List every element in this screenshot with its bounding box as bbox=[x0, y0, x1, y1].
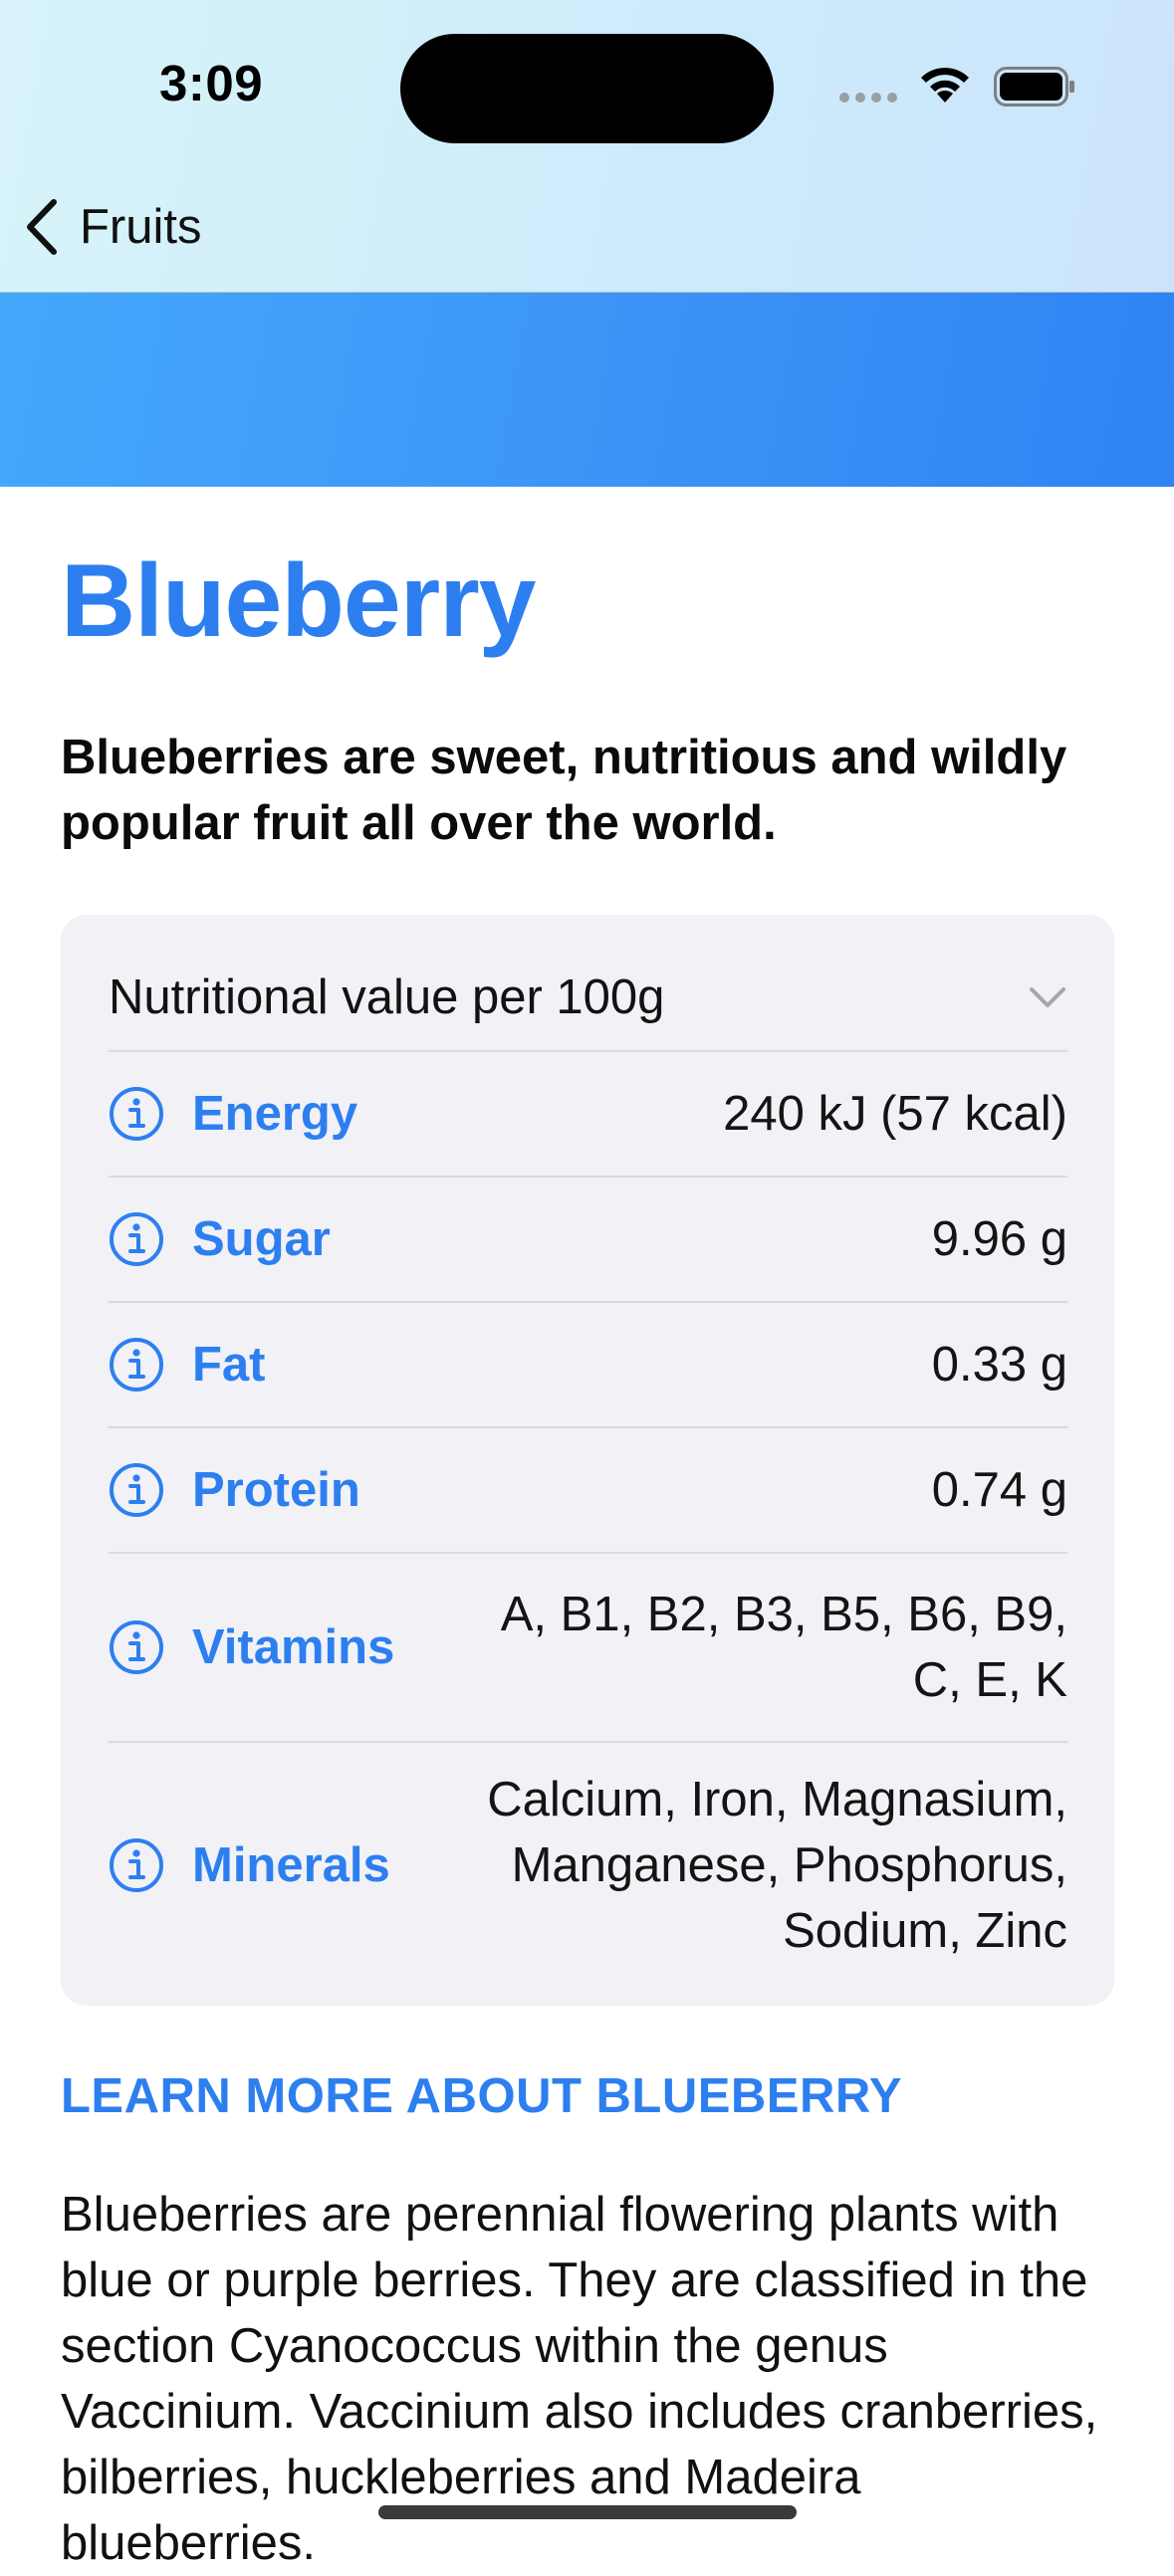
info-icon[interactable] bbox=[109, 1086, 164, 1142]
info-icon[interactable] bbox=[109, 1462, 164, 1518]
chevron-left-icon bbox=[27, 199, 57, 255]
page-title: Blueberry bbox=[61, 543, 537, 659]
nutrition-value: 0.33 g bbox=[931, 1338, 1067, 1392]
nutrition-label: Minerals bbox=[192, 1838, 390, 1892]
nutrition-label: Protein bbox=[192, 1463, 360, 1517]
chevron-down-icon bbox=[1030, 987, 1065, 1007]
nutrition-value: A, B1, B2, B3, B5, B6, B9, C, E, K bbox=[500, 1588, 1067, 1707]
hero-banner bbox=[0, 293, 1174, 487]
info-icon[interactable] bbox=[109, 1619, 164, 1675]
nutrition-value: 240 kJ (57 kcal) bbox=[723, 1087, 1067, 1141]
battery-icon bbox=[994, 67, 1074, 107]
wifi-icon bbox=[921, 68, 969, 103]
nutrition-label: Sugar bbox=[192, 1212, 331, 1266]
nutrition-value: 0.74 g bbox=[931, 1463, 1067, 1517]
nutrition-value: 9.96 g bbox=[931, 1212, 1067, 1266]
nutrition-header-label: Nutritional value per 100g bbox=[109, 970, 665, 1024]
nutrition-label: Fat bbox=[192, 1338, 266, 1392]
navigation-bar: 3:09 Fruits bbox=[0, 0, 1174, 293]
nutrition-row-fat: Fat 0.33 g bbox=[109, 1303, 1067, 1428]
nutrition-row-energy: Energy 240 kJ (57 kcal) bbox=[109, 1052, 1067, 1178]
fruit-headline: Blueberries are sweet, nutritious and wi… bbox=[61, 731, 1067, 850]
learn-more-heading[interactable]: LEARN MORE ABOUT BLUEBERRY bbox=[61, 2068, 902, 2124]
nutrition-label: Vitamins bbox=[192, 1620, 395, 1674]
back-button[interactable]: Fruits bbox=[22, 195, 202, 259]
nutrition-row-vitamins: Vitamins A, B1, B2, B3, B5, B6, B9, C, E… bbox=[109, 1554, 1067, 1743]
home-indicator[interactable] bbox=[378, 2505, 797, 2519]
info-icon[interactable] bbox=[109, 1337, 164, 1393]
nutrition-row-protein: Protein 0.74 g bbox=[109, 1428, 1067, 1554]
dynamic-island bbox=[400, 34, 774, 143]
cellular-signal-icon bbox=[839, 93, 897, 103]
nutrition-card: Nutritional value per 100g Energy 240 kJ… bbox=[61, 915, 1114, 2006]
nutrition-value: Calcium, Iron, Magnasium, Manganese, Pho… bbox=[487, 1773, 1067, 1958]
nutrition-row-sugar: Sugar 9.96 g bbox=[109, 1178, 1067, 1303]
info-icon[interactable] bbox=[109, 1837, 164, 1893]
status-time: 3:09 bbox=[159, 55, 264, 111]
back-label: Fruits bbox=[80, 199, 202, 254]
info-icon[interactable] bbox=[109, 1211, 164, 1267]
nutrition-disclosure-header[interactable]: Nutritional value per 100g bbox=[109, 915, 1067, 1052]
nutrition-label: Energy bbox=[192, 1087, 358, 1141]
nutrition-row-minerals: Minerals Calcium, Iron, Magnasium, Manga… bbox=[109, 1743, 1067, 1988]
